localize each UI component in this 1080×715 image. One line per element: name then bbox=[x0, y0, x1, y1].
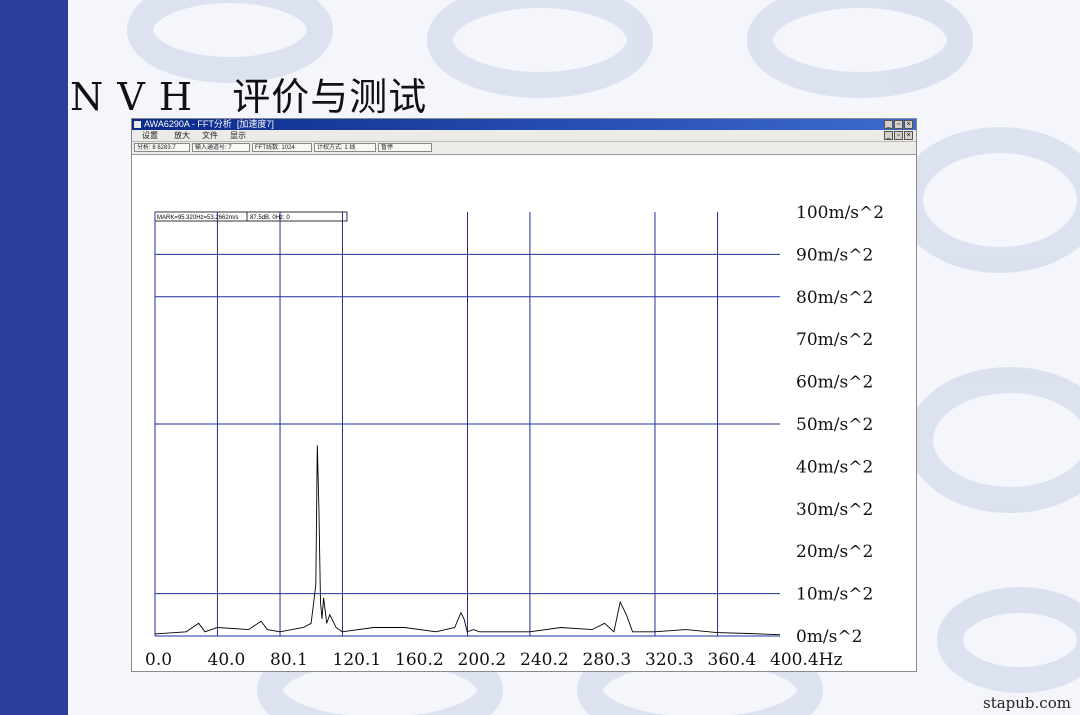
y-tick-label: 0m/s^2 bbox=[796, 627, 862, 647]
y-tick-label: 20m/s^2 bbox=[796, 542, 873, 562]
y-tick-label: 60m/s^2 bbox=[796, 373, 873, 393]
x-tick-label: 200.2 bbox=[458, 650, 507, 670]
x-tick-label: 0.0 bbox=[145, 650, 172, 670]
x-tick-label: 360.4 bbox=[708, 650, 757, 670]
x-tick-label: 160.2 bbox=[395, 650, 444, 670]
y-tick-label: 80m/s^2 bbox=[796, 288, 873, 308]
x-tick-label: 280.3 bbox=[583, 650, 632, 670]
y-tick-label: 10m/s^2 bbox=[796, 585, 873, 605]
y-tick-label: 100m/s^2 bbox=[796, 203, 884, 223]
marker-readout: MARK=95.320Hz=53.2662m/s bbox=[157, 215, 238, 221]
x-tick-label: 240.2 bbox=[520, 650, 569, 670]
fft-spectrum-chart: MARK=95.320Hz=53.2662m/s 87.5dB, 0Hz: 0 … bbox=[145, 203, 884, 670]
x-axis-ticks: 0.0 40.0 80.1 120.1 160.2 200.2 240.2 280.3 320.… bbox=[145, 650, 842, 670]
marker-readout-secondary: 87.5dB, 0Hz: 0 bbox=[250, 215, 290, 221]
chart-grid bbox=[154, 212, 780, 637]
y-tick-label: 40m/s^2 bbox=[796, 457, 873, 477]
y-axis-ticks: 100m/s^2 90m/s^2 80m/s^2 70m/s^2 60m/s^2 50m/… bbox=[796, 203, 884, 647]
x-tick-label: 120.1 bbox=[333, 650, 382, 670]
x-tick-label: 320.3 bbox=[645, 650, 694, 670]
x-tick-label: 80.1 bbox=[270, 650, 308, 670]
x-tick-label: 400.4Hz bbox=[770, 650, 842, 670]
y-tick-label: 50m/s^2 bbox=[796, 415, 873, 435]
y-tick-label: 30m/s^2 bbox=[796, 500, 873, 520]
site-watermark-label: stapub.com bbox=[983, 694, 1071, 712]
y-tick-label: 90m/s^2 bbox=[796, 245, 873, 265]
y-tick-label: 70m/s^2 bbox=[796, 330, 873, 350]
x-tick-label: 40.0 bbox=[208, 650, 246, 670]
